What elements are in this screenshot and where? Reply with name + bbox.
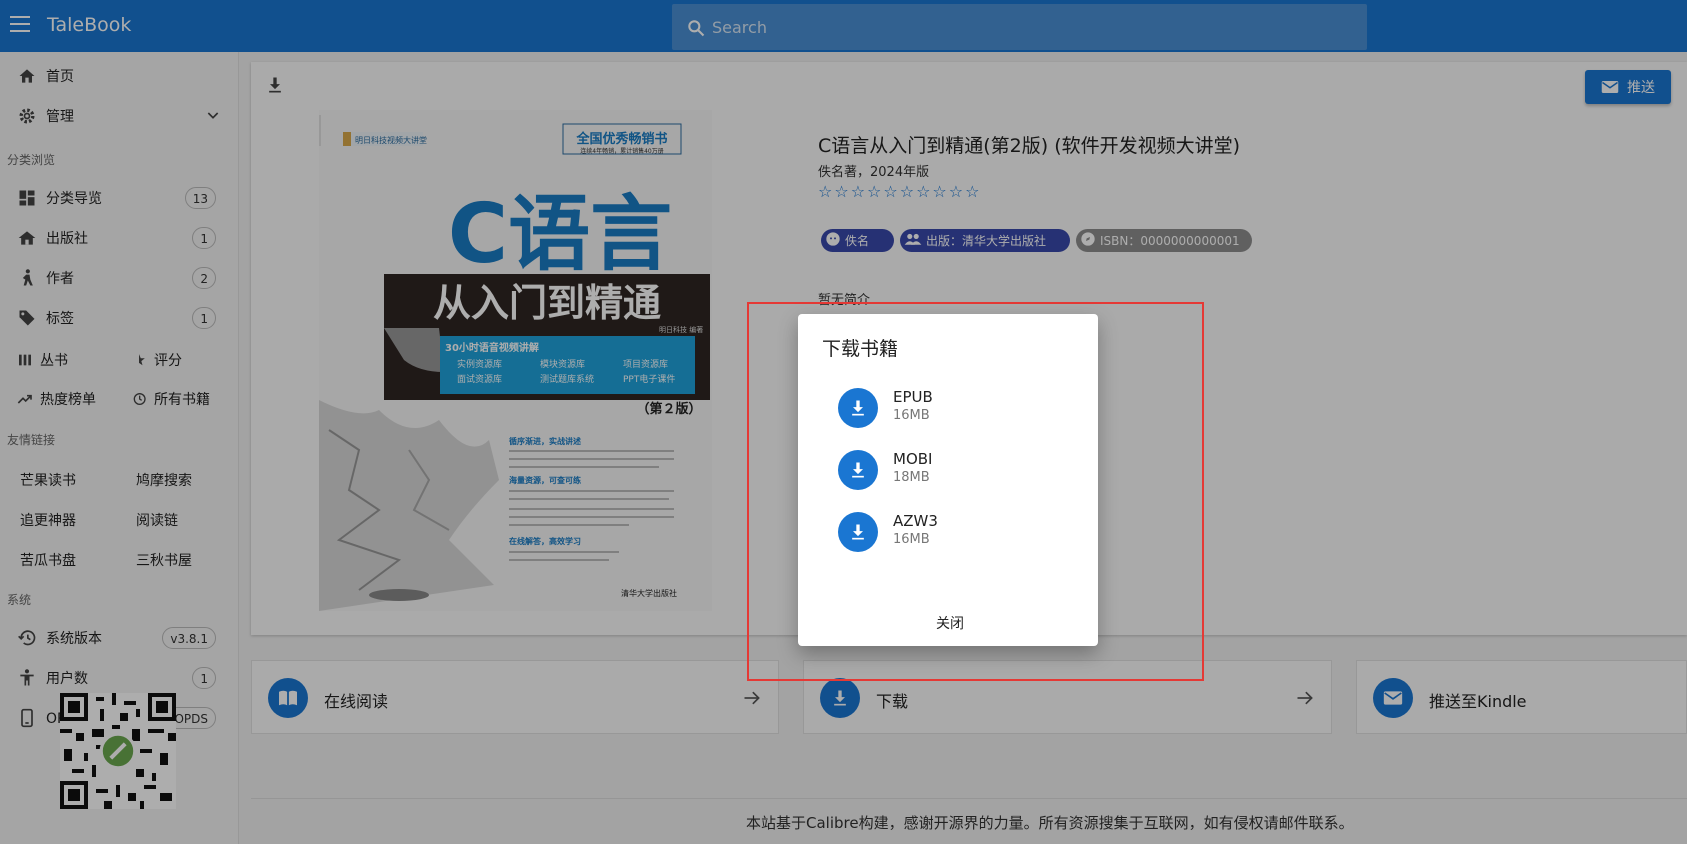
format-name: MOBI (893, 450, 933, 468)
download-icon (838, 388, 878, 428)
format-size: 16MB (893, 532, 930, 547)
close-button[interactable]: 关闭 (918, 608, 982, 638)
download-option-mobi[interactable]: MOBI 18MB (838, 448, 1078, 492)
dialog-title: 下载书籍 (822, 338, 899, 360)
download-dialog: 下载书籍 EPUB 16MB MOBI 18MB AZW3 16MB 关闭 (798, 314, 1098, 646)
format-size: 18MB (893, 470, 930, 485)
format-name: AZW3 (893, 512, 938, 530)
download-option-azw3[interactable]: AZW3 16MB (838, 510, 1078, 554)
format-size: 16MB (893, 408, 930, 423)
format-name: EPUB (893, 388, 933, 406)
download-icon (838, 450, 878, 490)
download-option-epub[interactable]: EPUB 16MB (838, 386, 1078, 430)
download-icon (838, 512, 878, 552)
